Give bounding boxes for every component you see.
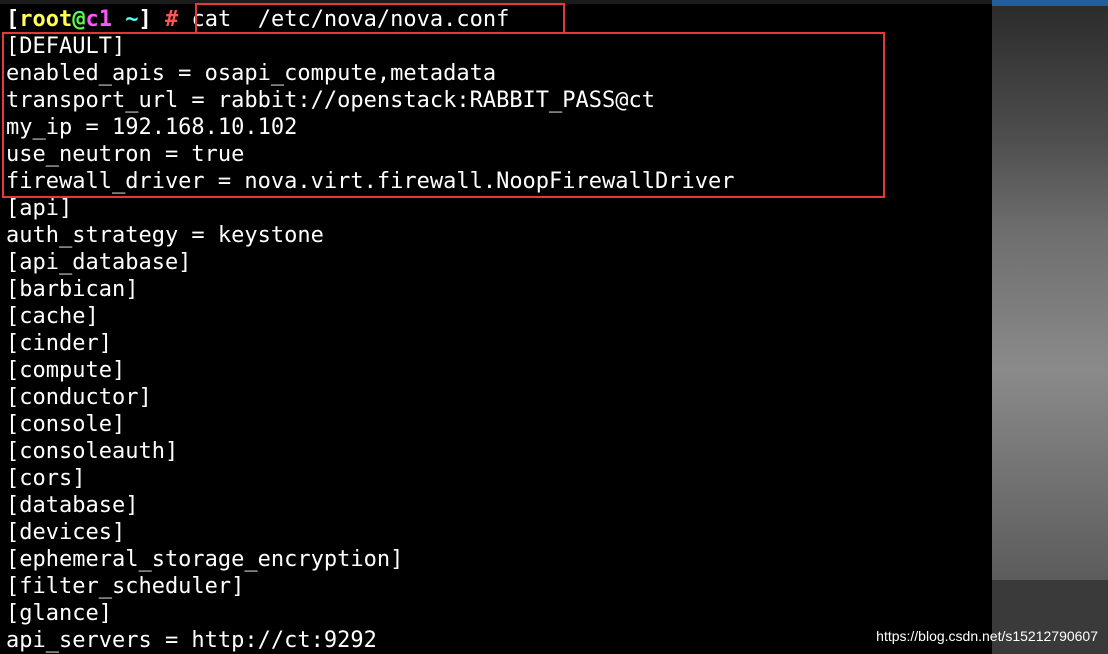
- output-line-5: use_neutron = true: [6, 142, 245, 167]
- output-line-8: auth_strategy = keystone: [6, 223, 324, 248]
- command-text: cat /etc/nova/nova.conf: [191, 7, 510, 32]
- prompt-symbol: #: [151, 7, 179, 32]
- prompt-at: @: [72, 7, 86, 32]
- output-line-18: [database]: [6, 493, 139, 518]
- output-line-23: api_servers = http://ct:9292: [6, 628, 377, 653]
- prompt-host: c1: [85, 7, 112, 32]
- prompt-dir: ~: [111, 7, 139, 32]
- background-photo-band: [992, 0, 1108, 230]
- output-line-22: [glance]: [6, 601, 112, 626]
- output-line-9: [api_database]: [6, 250, 192, 275]
- output-line-7: [api]: [6, 196, 73, 221]
- output-line-10: [barbican]: [6, 277, 139, 302]
- output-line-12: [cinder]: [6, 331, 112, 356]
- output-line-21: [filter_scheduler]: [6, 574, 245, 599]
- prompt-open-bracket: [: [6, 7, 20, 32]
- output-line-6: firewall_driver = nova.virt.firewall.Noo…: [6, 169, 735, 194]
- window-top-strip: [0, 0, 992, 4]
- terminal-window[interactable]: [root@c1 ~] # cat /etc/nova/nova.conf [D…: [0, 0, 992, 654]
- output-line-4: my_ip = 192.168.10.102: [6, 115, 298, 140]
- background-photo: [992, 0, 1108, 654]
- output-line-3: transport_url = rabbit://openstack:RABBI…: [6, 88, 656, 113]
- output-line-11: [cache]: [6, 304, 99, 329]
- watermark: https://blog.csdn.net/s15212790607: [876, 628, 1098, 644]
- output-line-20: [ephemeral_storage_encryption]: [6, 547, 404, 572]
- output-line-1: [DEFAULT]: [6, 34, 126, 59]
- output-line-13: [compute]: [6, 358, 126, 383]
- prompt-close-bracket: ]: [138, 7, 152, 32]
- background-photo-band: [992, 0, 1108, 6]
- output-line-17: [cors]: [6, 466, 86, 491]
- output-line-16: [consoleauth]: [6, 439, 179, 464]
- output-line-15: [console]: [6, 412, 126, 437]
- prompt-user: root: [19, 7, 73, 32]
- output-line-2: enabled_apis = osapi_compute,metadata: [6, 61, 497, 86]
- prompt-line: [root@c1 ~] # cat /etc/nova/nova.conf: [6, 6, 509, 33]
- output-line-19: [devices]: [6, 520, 126, 545]
- background-photo-band: [992, 230, 1108, 580]
- output-line-14: [conductor]: [6, 385, 152, 410]
